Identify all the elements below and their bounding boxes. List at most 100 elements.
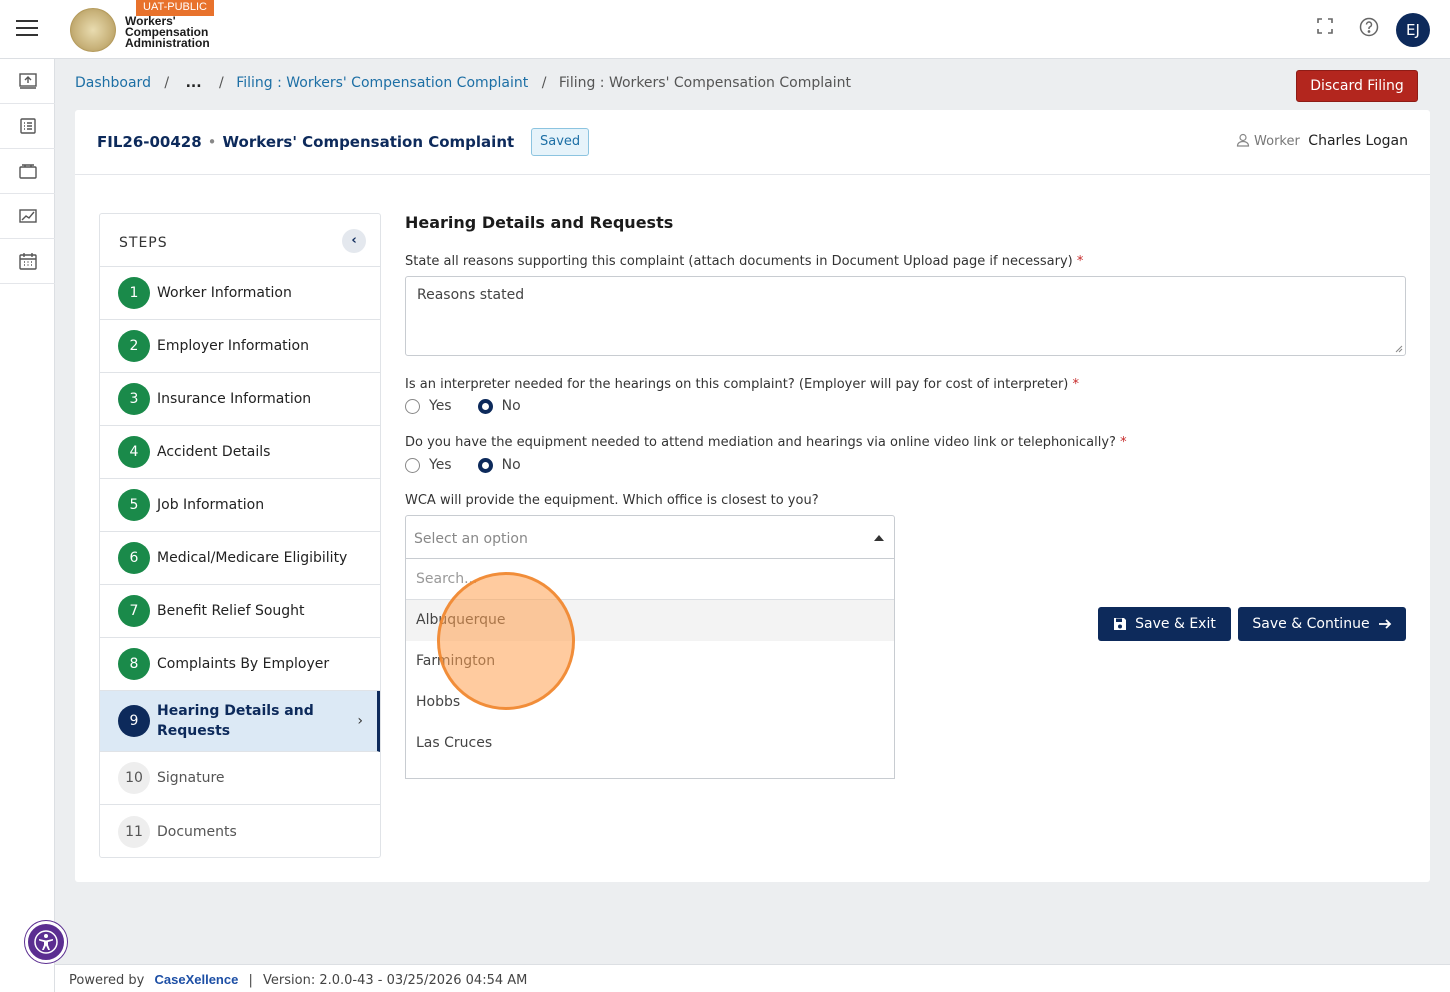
arrow-right-icon xyxy=(1378,619,1391,629)
dropdown-spacer xyxy=(406,764,894,778)
powered-by-text: Powered by xyxy=(69,973,145,988)
collapse-steps-button[interactable]: ‹ xyxy=(342,229,366,253)
step-worker-information[interactable]: 1 Worker Information xyxy=(100,267,380,320)
step-label: Signature xyxy=(157,770,225,786)
menu-icon[interactable] xyxy=(16,20,38,38)
upload-icon[interactable] xyxy=(0,59,55,104)
step-label: Hearing Details and Requests xyxy=(157,703,314,739)
steps-panel: STEPS ‹ 1 Worker Information 2 Employer In… xyxy=(99,213,381,858)
save-continue-button[interactable]: Save & Continue xyxy=(1238,607,1406,641)
radio-yes[interactable] xyxy=(405,398,420,414)
required-mark: * xyxy=(1076,254,1084,269)
step-complaints-by-employer[interactable]: 8 Complaints By Employer xyxy=(100,638,380,691)
option-hobbs[interactable]: Hobbs xyxy=(406,682,894,723)
radio-no-selected[interactable] xyxy=(477,398,493,414)
step-accident-details[interactable]: 4 Accident Details xyxy=(100,426,380,479)
calendar-icon[interactable] xyxy=(0,239,55,284)
select-placeholder: Select an option xyxy=(414,531,528,547)
checklist-icon[interactable] xyxy=(0,104,55,149)
step-insurance-information[interactable]: 3 Insurance Information xyxy=(100,373,380,426)
breadcrumb-separator: / xyxy=(164,75,170,91)
radio-label: No xyxy=(501,398,521,414)
office-dropdown: Search... Albuquerque Farmington Hobbs L… xyxy=(405,559,895,779)
radio-label: Yes xyxy=(429,457,452,473)
step-signature[interactable]: 10 Signature xyxy=(100,752,380,805)
interpreter-label: Is an interpreter needed for the hearing… xyxy=(405,377,1406,392)
caret-up-icon xyxy=(874,535,884,541)
reasons-label-text: State all reasons supporting this compla… xyxy=(405,254,1073,269)
equipment-label: Do you have the equipment needed to atte… xyxy=(405,435,1406,450)
option-albuquerque[interactable]: Albuquerque xyxy=(406,600,894,641)
step-number: 11 xyxy=(118,815,150,848)
interpreter-label-text: Is an interpreter needed for the hearing… xyxy=(405,377,1069,392)
help-icon[interactable] xyxy=(1357,17,1381,41)
worker-info: Worker Charles Logan xyxy=(1236,133,1408,149)
filing-type: Workers' Compensation Complaint xyxy=(222,133,515,151)
interpreter-no-option[interactable]: No xyxy=(477,398,521,414)
hearing-form: Hearing Details and Requests State all r… xyxy=(405,213,1406,779)
office-label: WCA will provide the equipment. Which of… xyxy=(405,493,819,508)
breadcrumb-dashboard[interactable]: Dashboard xyxy=(75,75,151,91)
left-nav-rail xyxy=(0,59,55,992)
step-documents[interactable]: 11 Documents xyxy=(100,805,380,858)
fullscreen-icon[interactable] xyxy=(1313,17,1337,41)
accessibility-icon[interactable] xyxy=(25,921,67,963)
step-hearing-details[interactable]: 9 Hearing Details and Requests › xyxy=(100,691,380,752)
interpreter-yes-option[interactable]: Yes xyxy=(405,398,452,414)
step-label: Complaints By Employer xyxy=(157,656,330,672)
step-label: Job Information xyxy=(157,497,265,513)
save-continue-label: Save & Continue xyxy=(1252,616,1370,632)
filing-title: FIL26-00428 • Workers' Compensation Compla… xyxy=(97,133,514,151)
equipment-yes-option[interactable]: Yes xyxy=(405,457,452,473)
section-title: Hearing Details and Requests xyxy=(405,213,674,232)
step-job-information[interactable]: 5 Job Information xyxy=(100,479,380,532)
save-icon xyxy=(1114,618,1127,630)
discard-filing-button[interactable]: Discard Filing xyxy=(1296,70,1418,102)
resize-handle-icon[interactable] xyxy=(1395,345,1403,353)
option-farmington[interactable]: Farmington xyxy=(406,641,894,682)
reasons-textarea[interactable]: Reasons stated xyxy=(405,276,1406,356)
filing-header: FIL26-00428 • Workers' Compensation Compla… xyxy=(75,110,1430,175)
step-label: Documents xyxy=(157,823,237,840)
step-number: 6 xyxy=(118,542,150,574)
radio-no-selected[interactable] xyxy=(477,457,493,473)
breadcrumb-separator: / xyxy=(219,75,224,91)
step-number: 7 xyxy=(118,595,150,627)
step-employer-information[interactable]: 2 Employer Information xyxy=(100,320,380,373)
option-las-cruces[interactable]: Las Cruces xyxy=(406,723,894,764)
required-mark: * xyxy=(1072,377,1080,392)
breadcrumb: Dashboard / ... / Filing : Workers' Comp… xyxy=(75,75,851,91)
dropdown-search-input[interactable]: Search... xyxy=(406,559,894,600)
step-label: Employer Information xyxy=(157,338,309,354)
breadcrumb-filing[interactable]: Filing : Workers' Compensation Complaint xyxy=(236,75,528,91)
step-number: 9 xyxy=(118,705,150,737)
title-separator: • xyxy=(207,133,217,151)
radio-yes[interactable] xyxy=(405,457,420,473)
required-mark: * xyxy=(1120,435,1127,450)
user-avatar[interactable]: EJ xyxy=(1396,13,1430,47)
step-number: 8 xyxy=(118,648,150,680)
office-select[interactable]: Select an option xyxy=(405,515,895,559)
briefcase-icon[interactable] xyxy=(0,149,55,194)
step-medical-eligibility[interactable]: 6 Medical/Medicare Eligibility xyxy=(100,532,380,585)
step-label: Benefit Relief Sought xyxy=(157,603,305,619)
step-label: Insurance Information xyxy=(157,391,312,407)
breadcrumb-ellipsis[interactable]: ... xyxy=(186,75,202,91)
step-benefit-relief[interactable]: 7 Benefit Relief Sought xyxy=(100,585,380,638)
filing-card: FIL26-00428 • Workers' Compensation Compla… xyxy=(75,110,1430,882)
version-text: Version: 2.0.0-43 - 03/25/2026 04:54 AM xyxy=(263,973,528,988)
agency-logo-text: Workers' Compensation Administration xyxy=(125,15,210,49)
chevron-right-icon: › xyxy=(357,713,363,729)
reasons-label: State all reasons supporting this compla… xyxy=(405,254,1406,269)
worker-name: Charles Logan xyxy=(1308,133,1408,149)
step-number: 5 xyxy=(118,489,150,521)
chart-icon[interactable] xyxy=(0,194,55,239)
radio-label: Yes xyxy=(429,398,452,414)
reasons-value: Reasons stated xyxy=(417,287,525,303)
filing-number: FIL26-00428 xyxy=(97,133,202,151)
equipment-no-option[interactable]: No xyxy=(477,457,521,473)
status-badge: Saved xyxy=(531,128,590,156)
save-exit-button[interactable]: Save & Exit xyxy=(1098,607,1231,641)
step-number: 4 xyxy=(118,436,150,468)
breadcrumb-current: Filing : Workers' Compensation Complaint xyxy=(558,75,851,91)
